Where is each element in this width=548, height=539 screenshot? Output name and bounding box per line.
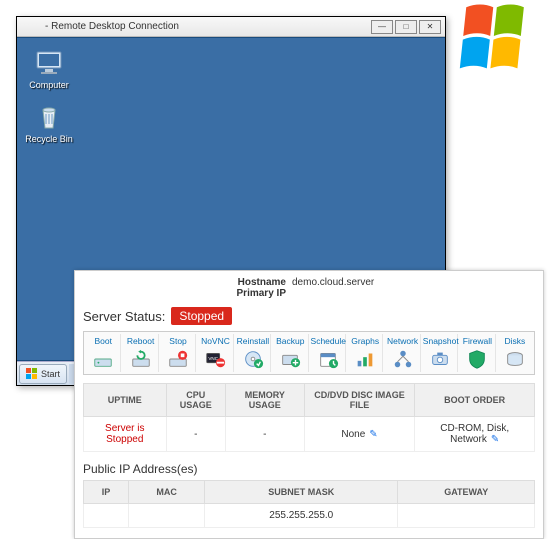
table-row: Server is Stopped - - None✎ CD-ROM, Disk…	[84, 417, 535, 452]
uptime-value: Server is Stopped	[84, 417, 167, 452]
firewall-button[interactable]: Firewall	[460, 334, 495, 372]
col-mac: MAC	[129, 481, 205, 504]
stop-icon	[167, 348, 189, 370]
graphs-icon	[354, 348, 376, 370]
hostname-value: demo.cloud.server	[292, 277, 402, 288]
cpu-value: -	[166, 417, 225, 452]
maximize-button[interactable]: □	[395, 20, 417, 34]
backup-button[interactable]: Backup	[273, 334, 308, 372]
status-label: Server Status:	[83, 309, 165, 324]
reboot-button[interactable]: Reboot	[123, 334, 158, 372]
subnet-value: 255.255.255.0	[205, 504, 398, 528]
disks-icon	[504, 348, 526, 370]
ip-table: IP MAC SUBNET MASK GATEWAY 255.255.255.0	[83, 480, 535, 528]
reboot-icon	[130, 348, 152, 370]
firewall-icon	[466, 348, 488, 370]
primary-ip-label: Primary IP	[216, 288, 286, 299]
col-memory: MEMORY USAGE	[226, 384, 305, 417]
start-label: Start	[41, 369, 60, 379]
desktop-icon-computer[interactable]: Computer	[23, 46, 75, 90]
close-button[interactable]: ✕	[419, 20, 441, 34]
minimize-button[interactable]: —	[371, 20, 393, 34]
disks-button[interactable]: Disks	[498, 334, 532, 372]
desktop-icon-recycle-bin[interactable]: Recycle Bin	[23, 100, 75, 144]
network-icon	[392, 348, 414, 370]
snapshot-icon	[429, 348, 451, 370]
table-row: 255.255.255.0	[84, 504, 535, 528]
col-ip: IP	[84, 481, 129, 504]
schedule-button[interactable]: Schedule	[311, 334, 346, 372]
ip-value	[84, 504, 129, 528]
desktop-icon-label: Computer	[29, 80, 69, 90]
edit-boot-order-icon[interactable]: ✎	[491, 434, 499, 445]
desktop-icon-label: Recycle Bin	[25, 134, 73, 144]
recycle-bin-icon	[33, 100, 65, 132]
server-status-line: Server Status: Stopped	[83, 307, 535, 325]
boot-icon	[92, 348, 114, 370]
mac-value	[129, 504, 205, 528]
stop-button[interactable]: Stop	[161, 334, 196, 372]
gateway-value	[398, 504, 535, 528]
novnc-icon: VNC	[204, 348, 226, 370]
boot-order-value: CD-ROM, Disk, Network✎	[415, 417, 535, 452]
status-table: UPTIME CPU USAGE MEMORY USAGE CD/DVD DIS…	[83, 383, 535, 452]
reinstall-icon	[242, 348, 264, 370]
col-uptime: UPTIME	[84, 384, 167, 417]
start-button[interactable]: Start	[19, 364, 67, 384]
reinstall-button[interactable]: Reinstall	[236, 334, 271, 372]
server-control-panel: Hostname demo.cloud.server Primary IP Se…	[74, 270, 544, 539]
hostname-label: Hostname	[216, 277, 286, 288]
edit-cd-icon[interactable]: ✎	[369, 429, 377, 440]
cd-value: None✎	[304, 417, 415, 452]
action-toolbar: Boot Reboot Stop NoVNC VNC Reinstall Bac…	[83, 331, 535, 375]
ip-section-title: Public IP Address(es)	[83, 462, 535, 476]
boot-button[interactable]: Boot	[86, 334, 121, 372]
col-subnet: SUBNET MASK	[205, 481, 398, 504]
window-title: - Remote Desktop Connection	[21, 21, 371, 32]
windows-flag-logo	[458, 0, 548, 80]
novnc-button[interactable]: NoVNC VNC	[198, 334, 233, 372]
col-gateway: GATEWAY	[398, 481, 535, 504]
status-badge: Stopped	[171, 307, 232, 325]
primary-ip-value	[292, 288, 402, 299]
schedule-icon	[317, 348, 339, 370]
col-cd: CD/DVD DISC IMAGE FILE	[304, 384, 415, 417]
computer-icon	[33, 46, 65, 78]
col-cpu: CPU USAGE	[166, 384, 225, 417]
backup-icon	[279, 348, 301, 370]
window-controls: — □ ✕	[371, 20, 441, 34]
graphs-button[interactable]: Graphs	[348, 334, 383, 372]
memory-value: -	[226, 417, 305, 452]
col-boot-order: BOOT ORDER	[415, 384, 535, 417]
snapshot-button[interactable]: Snapshot	[423, 334, 458, 372]
rdp-titlebar[interactable]: - Remote Desktop Connection — □ ✕	[17, 17, 445, 37]
network-button[interactable]: Network	[385, 334, 420, 372]
